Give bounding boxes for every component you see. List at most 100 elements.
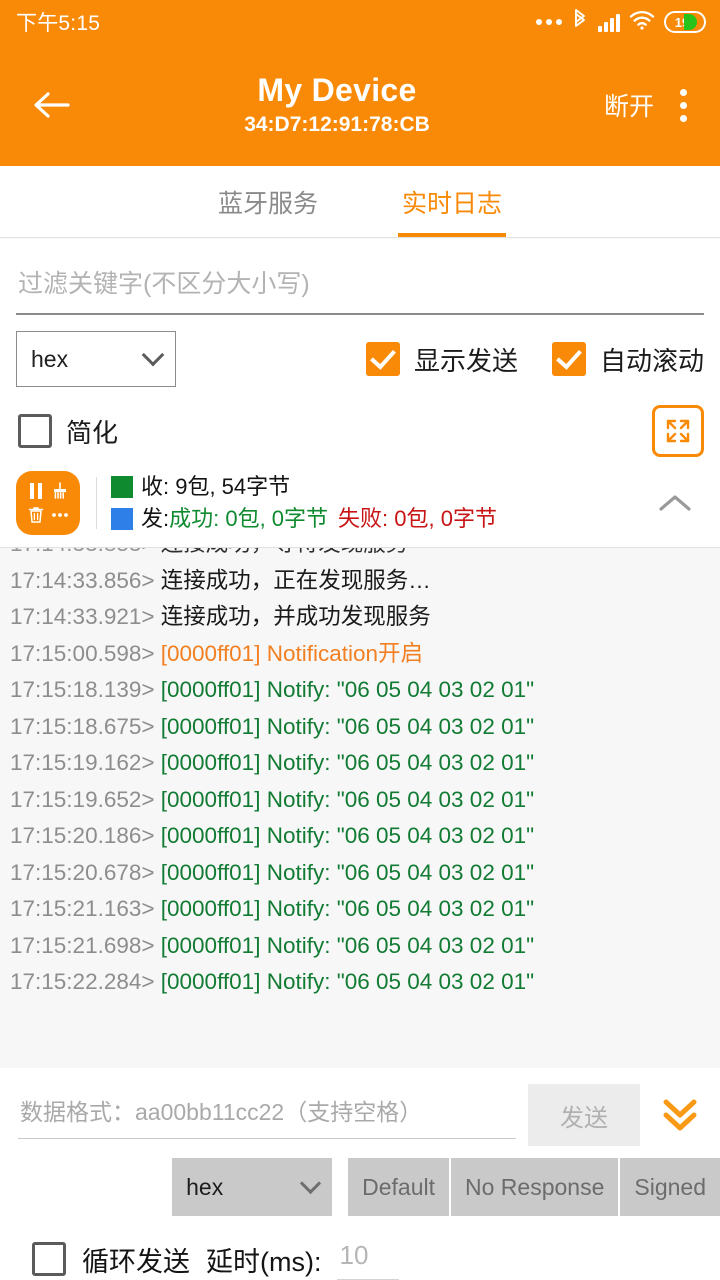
double-chevron-down-icon[interactable] [652, 1094, 708, 1136]
write-mode-default[interactable]: Default [348, 1158, 451, 1216]
log-message: [0000ff01] Notify: "06 05 04 03 02 01" [161, 750, 534, 775]
delay-input[interactable] [337, 1238, 399, 1280]
wifi-icon [629, 10, 655, 35]
send-button[interactable]: 发送 [528, 1084, 640, 1146]
more-dots-icon [536, 19, 562, 25]
log-timestamp: 17:14:33.853> [10, 547, 155, 556]
log-output-area[interactable]: 17:14:33.853> 连接成功，等待发现服务 17:14:33.856> … [0, 547, 720, 1068]
write-mode-signed[interactable]: Signed [620, 1158, 720, 1216]
log-line: 17:15:21.698> [0000ff01] Notify: "06 05 … [10, 928, 710, 965]
log-format-select[interactable]: hex [16, 331, 176, 387]
trash-icon[interactable] [25, 504, 47, 526]
send-format-value: hex [186, 1174, 223, 1201]
rx-stats-line: 收: 9包, 54字节 [111, 471, 648, 503]
traffic-stats-bar: 收: 9包, 54字节 发: 成功: 0包, 0字节 失败: 0包, 0字节 [0, 457, 720, 547]
log-options-row-1: hex 显示发送 自动滚动 [0, 315, 720, 387]
log-line: 17:14:33.856> 连接成功，正在发现服务… [10, 563, 710, 600]
show-send-checkbox-box[interactable] [366, 342, 400, 376]
log-line: 17:15:19.162> [0000ff01] Notify: "06 05 … [10, 745, 710, 782]
log-line: 17:15:19.652> [0000ff01] Notify: "06 05 … [10, 782, 710, 819]
show-send-checkbox[interactable]: 显示发送 [366, 341, 518, 378]
fullscreen-expand-icon[interactable] [652, 405, 704, 457]
tx-stats-prefix: 发: [141, 503, 169, 535]
log-timestamp: 17:15:21.163> [10, 896, 161, 921]
page-title: My Device [80, 71, 594, 110]
send-data-input[interactable] [18, 1091, 516, 1139]
log-message: [0000ff01] Notify: "06 05 04 03 02 01" [161, 714, 534, 739]
tx-success-text: 成功: 0包, 0字节 [169, 503, 328, 535]
auto-scroll-checkbox[interactable]: 自动滚动 [552, 341, 704, 378]
app-bar: My Device 34:D7:12:91:78:CB 断开 [0, 44, 720, 166]
loop-send-label: 循环发送 [82, 1240, 190, 1279]
simplify-checkbox-box[interactable] [18, 414, 52, 448]
log-message: [0000ff01] Notify: "06 05 04 03 02 01" [161, 860, 534, 885]
log-line: 17:15:18.139> [0000ff01] Notify: "06 05 … [10, 672, 710, 709]
log-message: [0000ff01] Notify: "06 05 04 03 02 01" [161, 823, 534, 848]
send-bar: 发送 [0, 1068, 720, 1150]
tx-fail-text: 失败: 0包, 0字节 [338, 503, 497, 535]
simplify-checkbox[interactable]: 简化 [18, 413, 118, 450]
log-timestamp: 17:15:19.162> [10, 750, 161, 775]
filter-section [0, 238, 720, 315]
log-message: [0000ff01] Notification开启 [161, 641, 423, 666]
log-line: 17:15:22.284> [0000ff01] Notify: "06 05 … [10, 964, 710, 1001]
log-timestamp: 17:14:33.856> [10, 568, 161, 593]
log-message: [0000ff01] Notify: "06 05 04 03 02 01" [161, 933, 534, 958]
bluetooth-debug-screen: 下午5:15 19 [0, 0, 720, 1280]
tx-color-swatch [111, 508, 133, 530]
battery-fill [684, 14, 697, 30]
app-bar-titles: My Device 34:D7:12:91:78:CB [80, 71, 598, 138]
log-actions-button[interactable] [16, 471, 80, 535]
loop-send-row: 循环发送 延时(ms): [0, 1216, 720, 1280]
chevron-down-icon [300, 1173, 321, 1194]
write-mode-no-response[interactable]: No Response [451, 1158, 620, 1216]
log-timestamp: 17:15:22.284> [10, 969, 161, 994]
back-arrow-icon[interactable] [24, 77, 80, 133]
log-message: [0000ff01] Notify: "06 05 04 03 02 01" [161, 969, 534, 994]
log-timestamp: 17:15:19.652> [10, 787, 161, 812]
more-dots-icon[interactable] [49, 504, 71, 526]
write-mode-segmented-control: Default No Response Signed [348, 1158, 720, 1216]
log-format-value: hex [31, 346, 68, 373]
rx-stats-text: 收: 9包, 54字节 [141, 471, 290, 503]
disconnect-button[interactable]: 断开 [598, 87, 666, 123]
tab-bar: 蓝牙服务 实时日志 [0, 166, 720, 238]
loop-send-checkbox[interactable] [32, 1242, 66, 1276]
log-line: 17:15:20.186> [0000ff01] Notify: "06 05 … [10, 818, 710, 855]
rx-color-swatch [111, 476, 133, 498]
tab-realtime-log[interactable]: 实时日志 [360, 166, 544, 237]
broom-icon[interactable] [49, 480, 71, 502]
log-line: 17:15:21.163> [0000ff01] Notify: "06 05 … [10, 891, 710, 928]
log-timestamp: 17:14:33.921> [10, 604, 161, 629]
log-line: 17:15:00.598> [0000ff01] Notification开启 [10, 636, 710, 673]
filter-keyword-input[interactable] [16, 264, 704, 315]
tab-bluetooth-services[interactable]: 蓝牙服务 [176, 166, 360, 237]
battery-icon: 19 [664, 11, 706, 33]
tx-stats-line: 发: 成功: 0包, 0字节 失败: 0包, 0字节 [111, 503, 648, 535]
pause-icon[interactable] [25, 480, 47, 502]
cellular-signal-icon [598, 12, 620, 32]
auto-scroll-label: 自动滚动 [600, 341, 704, 378]
log-timestamp: 17:15:18.675> [10, 714, 161, 739]
log-message: [0000ff01] Notify: "06 05 04 03 02 01" [161, 896, 534, 921]
overflow-menu-icon[interactable] [666, 81, 700, 129]
status-bar: 下午5:15 19 [0, 0, 720, 44]
log-timestamp: 17:15:20.678> [10, 860, 161, 885]
delay-label: 延时(ms): [206, 1240, 321, 1279]
log-line: 17:14:33.921> 连接成功，并成功发现服务 [10, 599, 710, 636]
chevron-down-icon [142, 344, 165, 367]
chevron-up-icon[interactable] [648, 492, 702, 514]
status-clock: 下午5:15 [16, 7, 100, 37]
bluetooth-icon [571, 8, 589, 37]
log-lines-container: 17:14:33.853> 连接成功，等待发现服务 17:14:33.856> … [0, 547, 720, 1001]
log-options-row-2: 简化 [0, 387, 720, 457]
auto-scroll-checkbox-box[interactable] [552, 342, 586, 376]
write-options-row: hex Default No Response Signed [0, 1150, 720, 1216]
log-timestamp: 17:15:18.139> [10, 677, 161, 702]
log-message: 连接成功，并成功发现服务 [161, 604, 431, 629]
send-format-select[interactable]: hex [172, 1158, 332, 1216]
device-mac-address: 34:D7:12:91:78:CB [80, 111, 594, 138]
simplify-label: 简化 [66, 413, 118, 450]
log-timestamp: 17:15:00.598> [10, 641, 161, 666]
stats-text-block: 收: 9包, 54字节 发: 成功: 0包, 0字节 失败: 0包, 0字节 [111, 471, 648, 535]
